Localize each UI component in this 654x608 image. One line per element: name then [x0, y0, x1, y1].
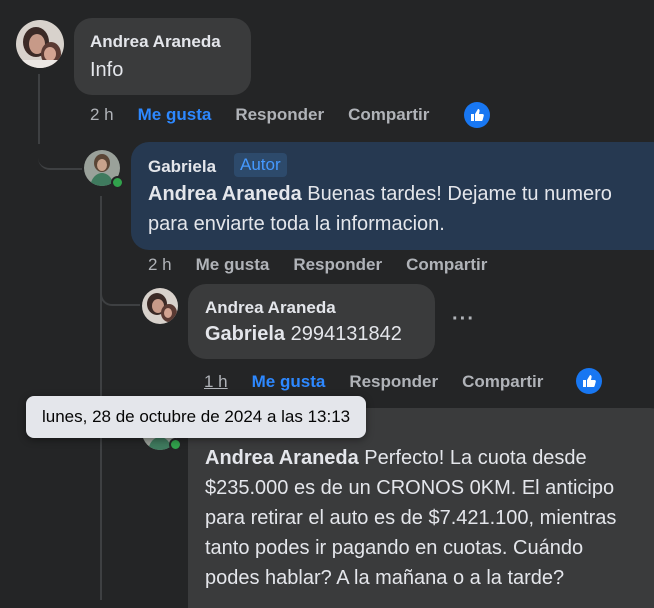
avatar[interactable]	[142, 288, 178, 324]
share-button[interactable]: Compartir	[348, 105, 429, 125]
comment-bubble: Andrea Araneda Info	[74, 18, 251, 95]
comment-bubble: Andrea Araneda Gabriela 2994131842	[188, 284, 435, 359]
comment-text: Andrea Araneda Perfecto! La cuota desde	[205, 447, 587, 469]
timestamp-tooltip: lunes, 28 de octubre de 2024 a las 13:13	[26, 396, 367, 438]
comment-text: Gabriela 2994131842	[205, 323, 402, 345]
comment-actions: 2 h Me gusta Responder Compartir	[90, 105, 453, 125]
like-button[interactable]: Me gusta	[252, 372, 326, 392]
share-button[interactable]: Compartir	[462, 372, 543, 392]
thread-connector	[38, 140, 82, 170]
comment-author[interactable]: Andrea Araneda	[90, 32, 221, 52]
online-status-indicator	[169, 438, 182, 451]
thread-line	[38, 74, 40, 144]
comment-bubble: Gabriela Autor Andrea Araneda Buenas tar…	[131, 142, 654, 250]
mention-link[interactable]: Gabriela	[205, 323, 285, 345]
comment-bubble: Gabriela Andrea Araneda Perfecto! La cuo…	[188, 408, 654, 608]
thumbs-up-icon[interactable]	[464, 102, 490, 128]
like-button[interactable]: Me gusta	[138, 105, 212, 125]
comment-actions: 2 h Me gusta Responder Compartir	[148, 255, 511, 275]
thumbs-up-icon[interactable]	[576, 368, 602, 394]
share-button[interactable]: Compartir	[406, 255, 487, 275]
comment-author[interactable]: Gabriela	[148, 157, 216, 177]
mention-link[interactable]: Andrea Araneda	[148, 183, 302, 205]
comment-text: para enviarte toda la informacion.	[148, 213, 445, 235]
reply-button[interactable]: Responder	[293, 255, 382, 275]
comment-text: Info	[90, 59, 124, 81]
online-status-indicator	[111, 176, 124, 189]
comment-text: para retirar el auto es de $7.421.100, m…	[205, 507, 617, 529]
more-horizontal-icon[interactable]: ···	[452, 308, 475, 331]
like-button[interactable]: Me gusta	[196, 255, 270, 275]
mention-link[interactable]: Andrea Araneda	[205, 447, 359, 469]
reply-button[interactable]: Responder	[235, 105, 324, 125]
comment-text: Andrea Araneda Buenas tardes! Dejame tu …	[148, 183, 612, 205]
comment-text: podes hablar? A la mañana o a la tarde?	[205, 567, 565, 589]
comment-actions: 1 h Me gusta Responder Compartir	[204, 372, 567, 392]
timestamp[interactable]: 2 h	[148, 255, 172, 275]
comment-text: $235.000 es de un CRONOS 0KM. El anticip…	[205, 477, 615, 499]
thread-connector	[100, 276, 140, 306]
comment-author[interactable]: Andrea Araneda	[205, 298, 336, 318]
author-badge: Autor	[234, 153, 287, 177]
avatar[interactable]	[16, 20, 64, 68]
reply-button[interactable]: Responder	[349, 372, 438, 392]
timestamp[interactable]: 2 h	[90, 105, 114, 125]
timestamp[interactable]: 1 h	[204, 372, 228, 392]
comment-text: tanto podes ir pagando en cuotas. Cuándo	[205, 537, 584, 559]
